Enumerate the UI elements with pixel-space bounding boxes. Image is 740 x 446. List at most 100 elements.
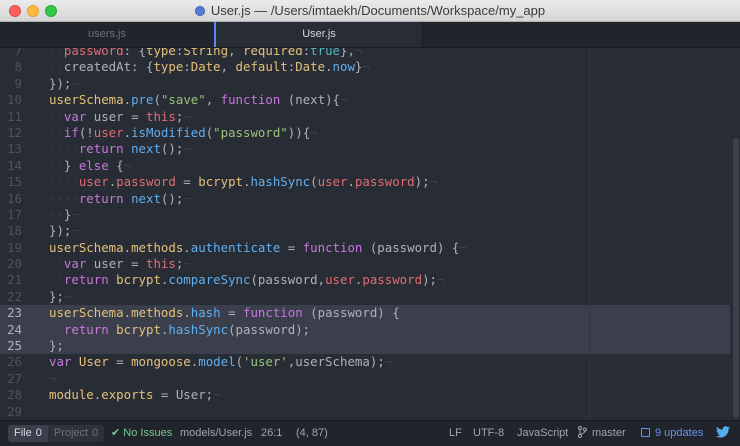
encoding-selector[interactable]: UTF-8 <box>473 421 504 446</box>
twitter-icon[interactable] <box>716 421 730 446</box>
code-line[interactable]: 25 };¬ <box>0 338 740 355</box>
code-line[interactable]: 27 ¬ <box>0 371 740 387</box>
code-token: . <box>347 174 355 190</box>
code-token: ¬ <box>71 206 79 222</box>
code-line[interactable]: 10 userSchema.pre("save", function (next)… <box>0 92 740 108</box>
line-number[interactable]: 14 <box>0 158 22 174</box>
code-line[interactable]: 22 };¬ <box>0 289 740 305</box>
code-token: else <box>78 157 109 173</box>
code-line[interactable]: 20 ··var user = this;¬ <box>0 256 740 272</box>
line-number[interactable]: 23 <box>0 305 22 321</box>
line-number[interactable]: 10 <box>0 92 22 108</box>
code-line[interactable]: 14 ··} else {¬ <box>0 158 740 174</box>
code-token: password <box>362 272 423 288</box>
vertical-scrollbar[interactable] <box>730 48 740 420</box>
code-line[interactable]: 18});¬ <box>0 223 740 239</box>
line-number[interactable]: 11 <box>0 109 22 125</box>
line-number[interactable]: 27 <box>0 371 22 387</box>
code-token: )) <box>287 124 303 140</box>
code-token: model <box>198 354 236 370</box>
scrollbar-thumb[interactable] <box>733 138 739 418</box>
code-token: String <box>183 48 229 58</box>
code-token: authenticate <box>190 239 281 255</box>
line-code: };¬ <box>49 338 71 354</box>
code-token: user <box>317 174 348 190</box>
code-line[interactable]: 11 ··var user = this;¬ <box>0 109 740 125</box>
code-line[interactable]: 23 userSchema.methods.hash = function (pa… <box>0 305 740 322</box>
linter-status[interactable]: ✔ No Issues <box>111 421 172 446</box>
line-code: userSchema.pre("save", function (next){¬ <box>49 92 347 108</box>
line-number[interactable]: 7 <box>0 48 22 59</box>
code-token: methods <box>131 239 184 255</box>
line-number[interactable]: 8 <box>0 59 22 75</box>
line-number[interactable]: 19 <box>0 240 22 256</box>
code-line[interactable]: 16 ····return next();¬ <box>0 191 740 207</box>
code-editor[interactable]: 7 ··password: {type:String, required:true… <box>0 48 740 420</box>
code-line[interactable]: 21 ··return bcrypt.compareSync(password,u… <box>0 272 740 288</box>
code-token: user <box>93 124 124 140</box>
line-number[interactable]: 9 <box>0 76 22 92</box>
tab-user-js[interactable]: User.js <box>214 22 422 47</box>
code-token: required <box>243 48 303 58</box>
linter-project-scope-button[interactable]: Project 0 <box>47 425 105 442</box>
code-token: module <box>49 387 94 403</box>
code-token: ···· <box>49 141 79 157</box>
line-ending-selector[interactable]: LF <box>449 421 462 446</box>
line-number[interactable]: 15 <box>0 174 22 190</box>
code-line[interactable]: 9});¬ <box>0 76 740 92</box>
code-token: return <box>63 272 109 288</box>
code-line[interactable]: 28 module.exports = User;¬ <box>0 387 740 403</box>
checkmark-icon: ✔ <box>111 427 121 439</box>
line-number[interactable]: 16 <box>0 191 22 207</box>
code-token: ¬ <box>71 75 79 91</box>
code-line[interactable]: 12 ··if(!user.isModified("password")){¬ <box>0 125 740 141</box>
code-line[interactable]: 8 ··createdAt: {type:Date, default:Date.n… <box>0 59 740 75</box>
code-token: (); <box>160 141 184 157</box>
file-path[interactable]: models/User.js <box>180 421 252 446</box>
code-line[interactable]: 26 var User = mongoose.model('user',userS… <box>0 354 740 370</box>
code-token: hashSync <box>250 174 311 190</box>
code-line[interactable]: 7 ··password: {type:String, required:true… <box>0 48 740 59</box>
grammar-selector[interactable]: JavaScript <box>517 421 568 446</box>
document-proxy-icon[interactable] <box>194 5 205 16</box>
linter-scope-toggle: File 0 Project 0 <box>8 425 105 442</box>
code-token: (password) { <box>302 305 400 321</box>
linter-file-scope-button[interactable]: File 0 <box>8 425 48 442</box>
code-line[interactable]: 24 ··return bcrypt.hashSync(password);¬ <box>0 321 740 339</box>
code-line[interactable]: 29 <box>0 404 740 420</box>
code-line[interactable]: 13 ····return next();¬ <box>0 141 740 157</box>
line-number[interactable]: 24 <box>0 322 22 338</box>
line-number[interactable]: 21 <box>0 272 22 288</box>
code-token: , <box>205 92 221 108</box>
code-token: (); <box>160 190 184 206</box>
code-token: function <box>220 92 281 108</box>
line-code: userSchema.methods.authenticate = functi… <box>49 240 467 256</box>
code-token: var <box>63 256 87 272</box>
line-number[interactable]: 25 <box>0 338 22 354</box>
code-token: (! <box>78 124 94 140</box>
tab-users-js[interactable]: users.js <box>0 22 214 47</box>
code-line[interactable]: 17 ··}¬ <box>0 207 740 223</box>
git-branch[interactable]: master <box>578 421 626 446</box>
code-line[interactable]: 19 userSchema.methods.authenticate = func… <box>0 240 740 256</box>
package-updates[interactable]: 9 updates <box>641 421 703 446</box>
project-scope-label: Project <box>53 427 89 439</box>
line-number[interactable]: 29 <box>0 404 22 420</box>
line-number[interactable]: 13 <box>0 141 22 157</box>
line-number[interactable]: 17 <box>0 207 22 223</box>
code-token: compareSync <box>168 272 251 288</box>
line-number[interactable]: 28 <box>0 387 22 403</box>
line-number[interactable]: 26 <box>0 354 22 370</box>
cursor-position[interactable]: 26:1 <box>261 421 282 446</box>
line-number[interactable]: 22 <box>0 289 22 305</box>
line-number[interactable]: 20 <box>0 256 22 272</box>
line-code: module.exports = User;¬ <box>49 387 221 403</box>
code-token: function <box>302 239 363 255</box>
line-code: };¬ <box>49 289 71 305</box>
code-line[interactable]: 15 ····user.password = bcrypt.hashSync(us… <box>0 174 740 190</box>
line-number[interactable]: 18 <box>0 223 22 239</box>
code-token: password <box>354 174 415 190</box>
line-number[interactable]: 12 <box>0 125 22 141</box>
